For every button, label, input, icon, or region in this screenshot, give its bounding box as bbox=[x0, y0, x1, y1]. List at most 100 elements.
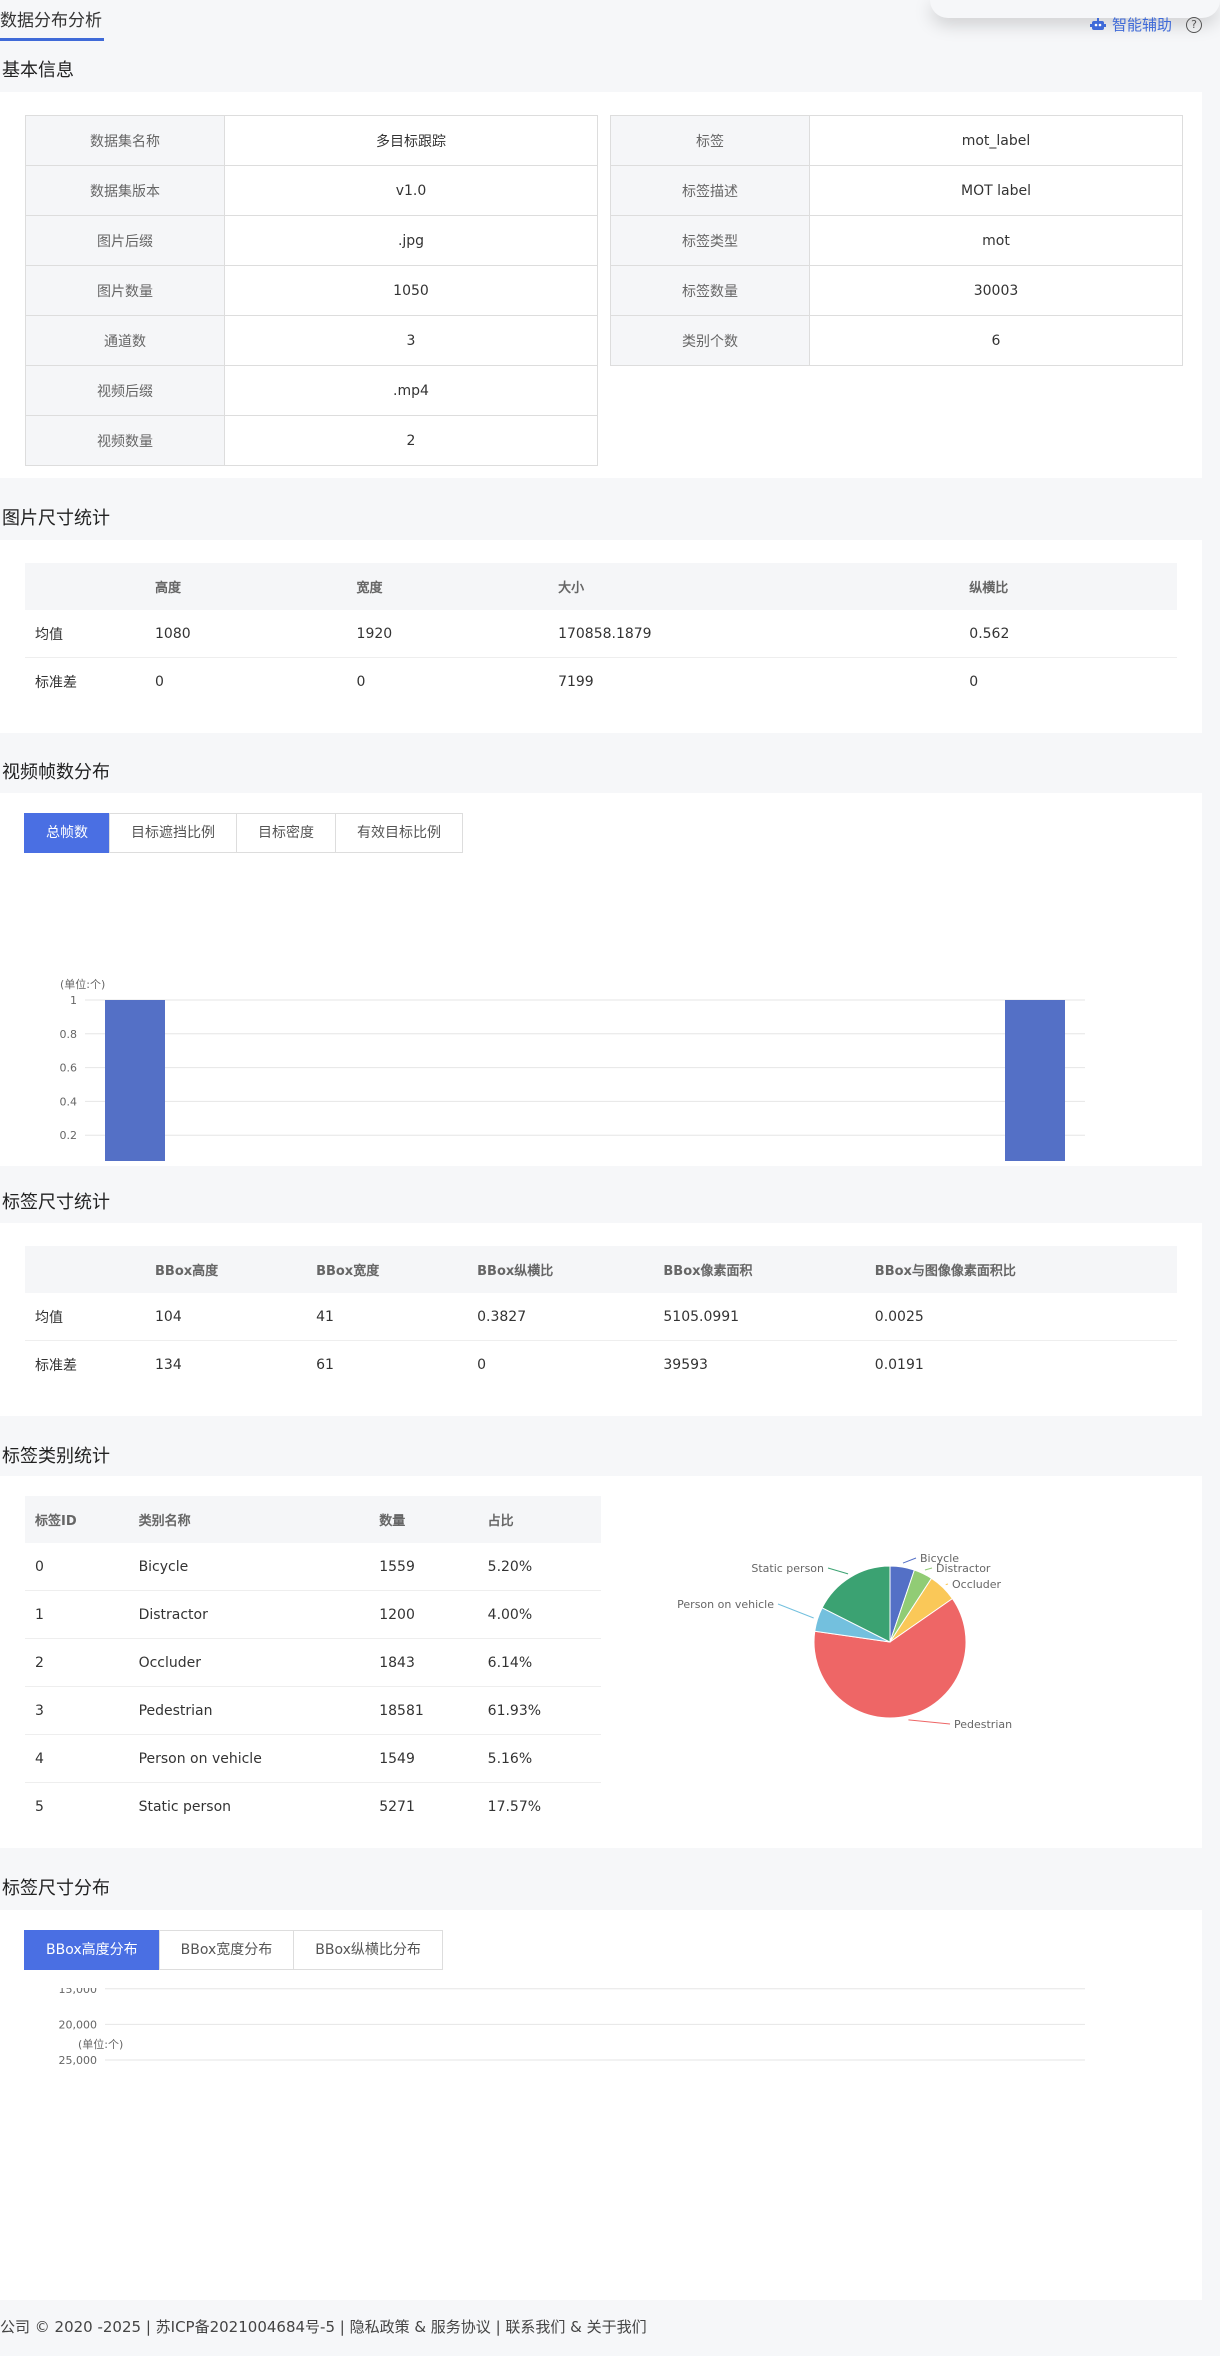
table-row: 1 Distractor 1200 4.00% bbox=[25, 1590, 601, 1639]
kv-value: MOT label bbox=[809, 165, 1183, 216]
table-cell: 0 bbox=[477, 1356, 487, 1373]
kv-value: 2 bbox=[224, 415, 598, 466]
basic-info-right-table: 标签 mot_label 标签描述 MOT label 标签类型 mot 标签数量 30003… bbox=[610, 115, 1183, 366]
table-row: 4 Person on vehicle 1549 5.16% bbox=[25, 1734, 601, 1783]
kv-value: .jpg bbox=[224, 215, 598, 266]
label-dist-tab[interactable]: BBox高度分布 bbox=[24, 1930, 160, 1970]
bar[interactable] bbox=[105, 1000, 165, 1161]
section-title-image-size: 图片尺寸统计 bbox=[2, 508, 110, 529]
label-dist-tab[interactable]: BBox纵横比分布 bbox=[293, 1930, 443, 1970]
table-cell: Static person bbox=[138, 1798, 232, 1815]
video-frames-tab[interactable]: 目标遮挡比例 bbox=[109, 813, 237, 853]
footer: 公司 © 2020 -2025 | 苏ICP备2021004684号-5 | 隐… bbox=[0, 2318, 647, 2336]
kv-row: 类别个数 6 bbox=[610, 315, 1183, 366]
y-unit-label: (单位:个) bbox=[60, 977, 105, 991]
table-cell: 标准差 bbox=[35, 674, 77, 691]
table-cell: 104 bbox=[145, 1293, 307, 1341]
kv-value: .mp4 bbox=[224, 365, 598, 416]
kv-row: 标签 mot_label bbox=[610, 115, 1183, 166]
kv-key: 通道数 bbox=[25, 315, 225, 366]
table-cell: 标准差 bbox=[35, 1357, 77, 1374]
table-header-cell: 类别名称 bbox=[128, 1496, 370, 1543]
table-cell: 170858.1879 bbox=[548, 610, 960, 658]
label-dist-tabs: BBox高度分布 BBox宽度分布 BBox纵横比分布 bbox=[24, 1930, 443, 1970]
label-size-table: BBox高度 BBox宽度 BBox纵横比 BBox像素面积 BBox与图像像素面积比 … bbox=[25, 1246, 1177, 1388]
video-frames-tabs: 总帧数 目标遮挡比例 目标密度 有效目标比例 bbox=[24, 813, 463, 853]
y-tick-label: 1 bbox=[70, 994, 77, 1007]
pie-label-line bbox=[908, 1719, 951, 1725]
bar[interactable] bbox=[1005, 1000, 1065, 1161]
pie-label: Person on vehicle bbox=[677, 1598, 774, 1611]
y-tick-label: 0.2 bbox=[60, 1129, 78, 1142]
table-header-cell: 高度 bbox=[145, 563, 347, 610]
kv-row: 图片数量 1050 bbox=[25, 265, 598, 316]
kv-value: mot_label bbox=[809, 115, 1183, 166]
section-title-video-frames: 视频帧数分布 bbox=[2, 762, 110, 783]
table-cell: 0.3827 bbox=[467, 1293, 654, 1341]
video-frames-tab[interactable]: 总帧数 bbox=[24, 813, 110, 853]
image-size-card: 高度 宽度 大小 纵横比 均值 1080 1920 170858.1879 0.562 标准差 0… bbox=[0, 540, 1202, 733]
y-unit-label: (单位:个) bbox=[78, 2037, 123, 2051]
table-cell: 均值 bbox=[25, 610, 145, 658]
kv-row: 视频数量 2 bbox=[25, 415, 598, 466]
kv-key: 图片后缀 bbox=[25, 215, 225, 266]
table-header-cell: 标签ID bbox=[25, 1496, 129, 1543]
kv-key: 标签描述 bbox=[610, 165, 810, 216]
pie-label: Occluder bbox=[952, 1578, 1002, 1591]
table-cell: 61 bbox=[316, 1356, 334, 1373]
pie-label-line bbox=[945, 1583, 949, 1586]
table-header-cell: 纵横比 bbox=[959, 563, 1177, 610]
basic-info-left-table: 数据集名称 多目标跟踪 数据集版本 v1.0 图片后缀 .jpg 图片数量 1050 通道数 3 视… bbox=[25, 115, 598, 466]
smart-assist-label: 智能辅助 bbox=[1111, 16, 1172, 34]
pie-label: Static person bbox=[751, 1562, 824, 1575]
table-header-cell bbox=[25, 563, 145, 610]
label-size-card: BBox高度 BBox宽度 BBox纵横比 BBox像素面积 BBox与图像像素面积比 … bbox=[0, 1223, 1202, 1416]
table-header-cell: BBox高度 bbox=[145, 1246, 307, 1293]
table-cell: 5.20% bbox=[477, 1543, 601, 1591]
help-icon[interactable]: ? bbox=[1186, 16, 1202, 33]
table-cell: 2 bbox=[25, 1638, 129, 1687]
kv-key: 图片数量 bbox=[25, 265, 225, 316]
video-frames-tab[interactable]: 有效目标比例 bbox=[335, 813, 463, 853]
table-cell: Occluder bbox=[128, 1638, 370, 1687]
label-class-card: 标签ID 类别名称 数量 占比 0 Bicycle 1559 5.20% 1 Distracto… bbox=[0, 1476, 1202, 1848]
page-tab-data-distribution[interactable]: 数据分布分析 bbox=[0, 6, 104, 41]
table-row: 均值 104 41 0.3827 5105.0991 0.0025 bbox=[25, 1293, 1177, 1341]
pie-label-line bbox=[777, 1603, 814, 1619]
table-cell: 61.93% bbox=[477, 1686, 601, 1735]
table-cell: 1080 bbox=[145, 610, 347, 658]
kv-key: 数据集版本 bbox=[25, 165, 225, 216]
video-frames-bar-chart: 00.20.40.60.81(单位:个)(单位:pixel)450~465465… bbox=[60, 977, 1085, 1161]
kv-value: v1.0 bbox=[224, 165, 598, 216]
table-header-cell: 大小 bbox=[548, 563, 960, 610]
table-row: 5 Static person 5271 17.57% bbox=[25, 1783, 601, 1831]
table-header-cell bbox=[25, 1246, 145, 1293]
label-class-table: 标签ID 类别名称 数量 占比 0 Bicycle 1559 5.20% 1 Distracto… bbox=[25, 1496, 601, 1830]
kv-row: 标签数量 30003 bbox=[610, 265, 1183, 316]
pie-label: Distractor bbox=[936, 1562, 991, 1575]
table-row: 标准差 0 0 7199 0 bbox=[25, 658, 1177, 706]
table-cell: 0 bbox=[969, 673, 979, 690]
video-frames-tab[interactable]: 目标密度 bbox=[236, 813, 336, 853]
table-row: 标准差 134 61 0 39593 0.0191 bbox=[25, 1341, 1177, 1389]
table-row: 2 Occluder 1843 6.14% bbox=[25, 1638, 601, 1687]
table-cell: 均值 bbox=[25, 1293, 145, 1341]
kv-value: 3 bbox=[224, 315, 598, 366]
kv-row: 标签类型 mot bbox=[610, 215, 1183, 266]
label-dist-card: BBox高度分布BBox宽度分布BBox纵横比分布 05,00010,00015… bbox=[0, 1910, 1202, 2300]
y-tick-label: 0.6 bbox=[60, 1062, 78, 1075]
section-title-basic-info: 基本信息 bbox=[2, 60, 74, 81]
kv-value: 1050 bbox=[224, 265, 598, 316]
y-tick-label: 20,000 bbox=[59, 2018, 98, 2031]
table-cell: 1200 bbox=[369, 1590, 478, 1639]
table-header-cell: BBox纵横比 bbox=[467, 1246, 654, 1293]
smart-assist-button[interactable]: 智能辅助 ? bbox=[1089, 14, 1202, 35]
kv-key: 标签类型 bbox=[610, 215, 810, 266]
section-title-label-dist: 标签尺寸分布 bbox=[2, 1878, 110, 1899]
basic-info-card: 数据集名称 多目标跟踪 数据集版本 v1.0 图片后缀 .jpg 图片数量 1050 通道数 3 视… bbox=[0, 92, 1202, 478]
label-dist-tab[interactable]: BBox宽度分布 bbox=[158, 1930, 295, 1970]
video-frames-card: 总帧数目标遮挡比例目标密度有效目标比例 00.20.40.60.81(单位:个)… bbox=[0, 793, 1202, 1166]
table-cell: Person on vehicle bbox=[128, 1734, 370, 1783]
label-dist-bar-chart: 05,00010,00015,00020,00025,000(单位:个)(单位:… bbox=[59, 1988, 1085, 2067]
table-cell: 1920 bbox=[346, 610, 549, 658]
